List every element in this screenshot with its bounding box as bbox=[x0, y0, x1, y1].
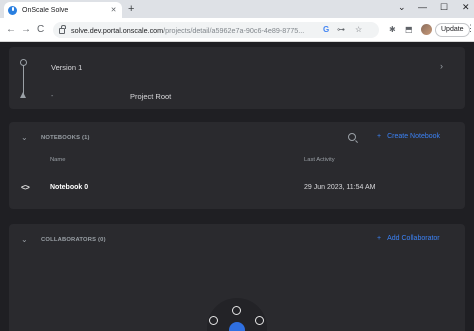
browser-toolbar: ← → C solve.dev.portal.onscale.com/proje… bbox=[0, 18, 474, 42]
key-icon[interactable]: ⊶ bbox=[337, 24, 345, 35]
add-collaborator-button[interactable]: + Add Collaborator bbox=[377, 235, 440, 242]
plus-icon: + bbox=[377, 133, 382, 140]
browser-tab-strip: OnScale Solve ✕ + ⌄ — ☐ ✕ bbox=[0, 0, 474, 18]
create-notebook-label: Create Notebook bbox=[387, 133, 441, 140]
maximize-button[interactable]: ☐ bbox=[440, 1, 448, 13]
notebook-name[interactable]: Notebook 0 bbox=[50, 184, 88, 191]
address-bar[interactable]: solve.dev.portal.onscale.com/projects/de… bbox=[53, 22, 379, 38]
add-collaborator-label: Add Collaborator bbox=[387, 235, 440, 242]
version-node-icon bbox=[20, 59, 27, 66]
close-window-button[interactable]: ✕ bbox=[462, 1, 470, 13]
tab-title: OnScale Solve bbox=[22, 6, 69, 14]
profile-avatar[interactable] bbox=[421, 24, 432, 35]
chevron-right-icon[interactable]: › bbox=[440, 61, 443, 71]
app-content: Version 1 › - Project Root ⌄ NOTEBOOKS (… bbox=[0, 43, 474, 331]
version-card[interactable]: Version 1 › - Project Root bbox=[9, 47, 465, 109]
back-button[interactable]: ← bbox=[6, 23, 16, 36]
notebooks-section: ⌄ NOTEBOOKS (1) + Create Notebook Name La… bbox=[9, 122, 465, 209]
project-root-node-icon bbox=[20, 92, 26, 98]
new-tab-button[interactable]: + bbox=[128, 2, 134, 16]
person-center-icon bbox=[232, 306, 241, 315]
lock-icon[interactable] bbox=[59, 25, 66, 34]
version-dash: - bbox=[51, 93, 54, 100]
chevron-down-icon[interactable]: ⌄ bbox=[21, 235, 28, 244]
person-right-icon bbox=[255, 316, 264, 325]
browser-tab[interactable]: OnScale Solve ✕ bbox=[4, 2, 122, 18]
collaborators-section: ⌄ COLLABORATORS (0) + Add Collaborator bbox=[9, 224, 465, 331]
collaborators-title: COLLABORATORS (0) bbox=[41, 237, 106, 243]
chevron-down-icon[interactable]: ⌄ bbox=[21, 133, 28, 142]
column-header-last-activity[interactable]: Last Activity bbox=[304, 157, 335, 163]
person-body-icon bbox=[229, 322, 245, 331]
google-icon[interactable]: G bbox=[323, 24, 329, 35]
version-tree-line bbox=[23, 62, 24, 95]
tab-search-icon[interactable]: ⌄ bbox=[398, 1, 406, 13]
plus-icon: + bbox=[377, 235, 382, 242]
extensions-icon[interactable]: ✱ bbox=[389, 24, 396, 35]
create-notebook-button[interactable]: + Create Notebook bbox=[377, 133, 440, 140]
onscale-favicon-icon bbox=[8, 5, 17, 15]
bookmark-star-icon[interactable]: ☆ bbox=[355, 24, 362, 35]
notebooks-title: NOTEBOOKS (1) bbox=[41, 135, 90, 141]
minimize-button[interactable]: — bbox=[418, 1, 427, 13]
browser-menu-icon[interactable]: ⋮ bbox=[466, 23, 474, 34]
forward-button[interactable]: → bbox=[21, 23, 31, 36]
person-left-icon bbox=[209, 316, 218, 325]
tab-close-icon[interactable]: ✕ bbox=[109, 6, 118, 14]
version-label[interactable]: Version 1 bbox=[51, 63, 82, 72]
reload-button[interactable]: C bbox=[37, 23, 44, 36]
code-icon: <> bbox=[21, 183, 30, 192]
search-icon[interactable] bbox=[348, 133, 356, 141]
notebook-last-activity: 29 Jun 2023, 11:54 AM bbox=[304, 184, 376, 191]
project-root-label[interactable]: Project Root bbox=[130, 92, 171, 101]
collaborators-empty-illustration bbox=[207, 298, 267, 331]
update-button[interactable]: Update bbox=[435, 23, 470, 37]
column-header-name[interactable]: Name bbox=[50, 157, 65, 163]
side-panel-icon[interactable]: ⬒ bbox=[405, 24, 413, 35]
